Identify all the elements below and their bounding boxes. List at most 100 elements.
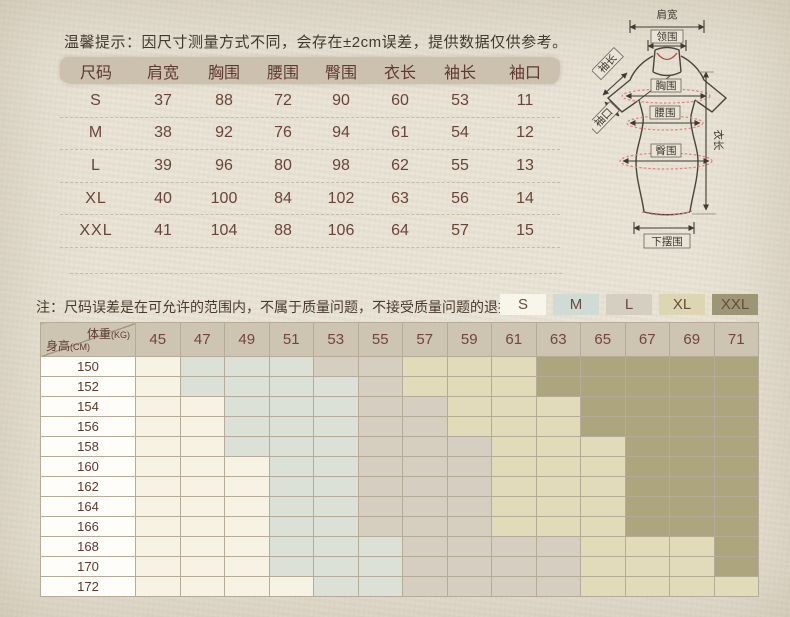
height-label-cell: 152 bbox=[41, 377, 136, 397]
grid-cell-xl bbox=[492, 417, 537, 437]
size-legend: SMLXLXXL bbox=[500, 294, 758, 315]
grid-cell-s bbox=[136, 497, 181, 517]
grid-cell-l bbox=[492, 557, 537, 577]
grid-row: 156 bbox=[41, 417, 759, 437]
weight-axis-label: 体重(KG) bbox=[87, 325, 130, 342]
grid-cell-s bbox=[180, 437, 225, 457]
hip-label: 臀围 bbox=[656, 145, 677, 157]
grid-cell-m bbox=[314, 477, 359, 497]
grid-cell-s bbox=[136, 477, 181, 497]
grid-cell-l bbox=[536, 577, 581, 597]
size-table-row: L39968098625513 bbox=[60, 150, 560, 183]
legend-swatch-s: S bbox=[500, 294, 546, 315]
grid-cell-l bbox=[358, 417, 403, 437]
grid-cell-l bbox=[492, 577, 537, 597]
grid-cell-m bbox=[314, 457, 359, 477]
grid-cell-xxl bbox=[625, 517, 670, 537]
grid-cell-l bbox=[358, 357, 403, 377]
measurement-notice: 温馨提示：因尺寸测量方式不同，会存在±2cm误差，提供数据仅供参考。 bbox=[64, 31, 568, 52]
size-value-cell: 14 bbox=[490, 190, 560, 208]
grid-cell-m bbox=[358, 577, 403, 597]
size-table-row: XL4010084102635614 bbox=[60, 183, 560, 216]
size-value-cell: 57 bbox=[430, 222, 490, 240]
legend-swatch-xl: XL bbox=[659, 294, 705, 315]
grid-cell-xl bbox=[492, 517, 537, 537]
weight-header-cell: 59 bbox=[447, 323, 492, 357]
grid-cell-xl bbox=[536, 417, 581, 437]
grid-cell-m bbox=[314, 517, 359, 537]
grid-cell-s bbox=[225, 457, 270, 477]
size-table-header-cell: 袖口 bbox=[490, 59, 560, 83]
grid-cell-s bbox=[136, 517, 181, 537]
grid-cell-xxl bbox=[625, 357, 670, 377]
weight-header-cell: 55 bbox=[358, 323, 403, 357]
grid-cell-m bbox=[269, 477, 314, 497]
dress-outline bbox=[608, 48, 726, 215]
size-table-header-cell: 胸围 bbox=[194, 59, 254, 83]
grid-cell-s bbox=[225, 557, 270, 577]
grid-cell-l bbox=[358, 397, 403, 417]
grid-cell-xl bbox=[492, 457, 537, 477]
grid-cell-l bbox=[447, 437, 492, 457]
grid-row: 162 bbox=[41, 477, 759, 497]
legend-swatch-xxl: XXL bbox=[712, 294, 758, 315]
grid-corner-cell: 体重(KG) 身高(CM) bbox=[41, 323, 136, 357]
height-label-cell: 168 bbox=[41, 537, 136, 557]
grid-cell-xxl bbox=[714, 357, 759, 377]
grid-cell-xxl bbox=[625, 477, 670, 497]
collar-girth-label: 领围 bbox=[657, 30, 678, 43]
grid-row: 164 bbox=[41, 497, 759, 517]
grid-cell-l bbox=[447, 517, 492, 537]
grid-cell-m bbox=[269, 497, 314, 517]
size-value-cell: 63 bbox=[370, 190, 430, 208]
grid-cell-m bbox=[225, 377, 270, 397]
grid-cell-m bbox=[225, 437, 270, 457]
grid-cell-m bbox=[269, 537, 314, 557]
grid-cell-l bbox=[447, 557, 492, 577]
grid-header-row: 体重(KG) 身高(CM) 45474951535557596163656769… bbox=[41, 323, 759, 357]
grid-cell-s bbox=[180, 417, 225, 437]
grid-cell-xl bbox=[670, 557, 715, 577]
size-value-cell: 15 bbox=[490, 222, 560, 240]
grid-row: 152 bbox=[41, 377, 759, 397]
grid-cell-m bbox=[180, 357, 225, 377]
grid-cell-s bbox=[136, 577, 181, 597]
grid-cell-l bbox=[403, 417, 448, 437]
grid-cell-xxl bbox=[625, 457, 670, 477]
grid-cell-s bbox=[180, 477, 225, 497]
height-label-cell: 156 bbox=[41, 417, 136, 437]
grid-cell-s bbox=[136, 417, 181, 437]
grid-cell-xl bbox=[581, 437, 626, 457]
weight-header-cell: 61 bbox=[492, 323, 537, 357]
grid-cell-xxl bbox=[670, 357, 715, 377]
grid-cell-m bbox=[269, 377, 314, 397]
height-label-cell: 166 bbox=[41, 517, 136, 537]
grid-cell-s bbox=[180, 457, 225, 477]
size-code-cell: M bbox=[60, 124, 132, 142]
grid-cell-xl bbox=[447, 377, 492, 397]
sleeve-length-label-group: 袖长 bbox=[592, 48, 623, 80]
grid-row: 170 bbox=[41, 557, 759, 577]
grid-cell-xl bbox=[536, 397, 581, 417]
grid-cell-xxl bbox=[670, 497, 715, 517]
grid-row: 154 bbox=[41, 397, 759, 417]
height-label-cell: 172 bbox=[41, 577, 136, 597]
weight-header-cell: 67 bbox=[625, 323, 670, 357]
size-value-cell: 38 bbox=[132, 124, 194, 142]
size-value-cell: 61 bbox=[370, 124, 430, 142]
grid-cell-m bbox=[314, 377, 359, 397]
grid-cell-xl bbox=[625, 577, 670, 597]
grid-cell-l bbox=[447, 457, 492, 477]
size-value-cell: 106 bbox=[312, 222, 370, 240]
weight-header-cell: 49 bbox=[225, 323, 270, 357]
grid-row: 166 bbox=[41, 517, 759, 537]
grid-body: 150152154156158160162164166168170172 bbox=[41, 357, 759, 597]
grid-cell-l bbox=[358, 457, 403, 477]
weight-header-cell: 47 bbox=[180, 323, 225, 357]
dress-red-details bbox=[620, 53, 712, 215]
grid-cell-s bbox=[225, 517, 270, 537]
grid-cell-l bbox=[403, 537, 448, 557]
legend-swatch-m: M bbox=[553, 294, 599, 315]
grid-cell-xxl bbox=[714, 457, 759, 477]
grid-cell-xl bbox=[581, 577, 626, 597]
